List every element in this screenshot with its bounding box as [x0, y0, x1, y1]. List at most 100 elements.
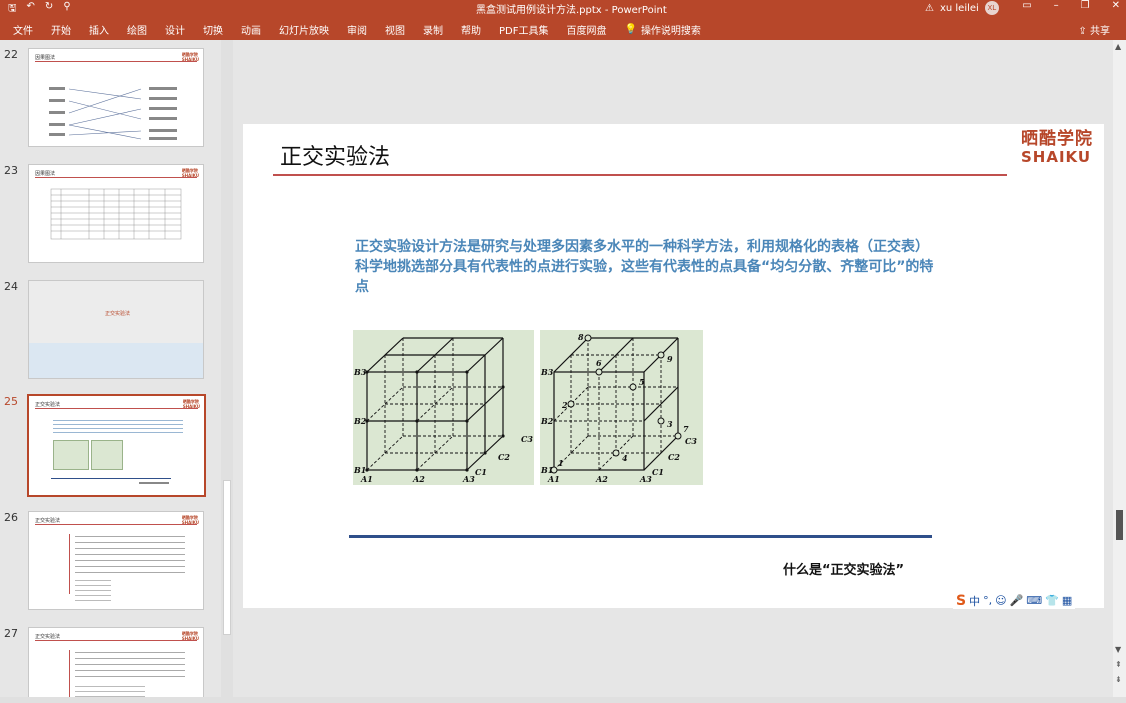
- thumbnail-slide-24[interactable]: 24 正交实验法: [0, 280, 221, 390]
- slide-canvas[interactable]: 正交实验法 晒酷学院 SHAIKU 正交实验设计方法是研究与处理多因素多水平的一…: [243, 124, 1104, 608]
- blue-divider: [349, 535, 932, 538]
- share-label: 共享: [1090, 26, 1110, 37]
- close-icon[interactable]: ✕: [1112, 0, 1120, 11]
- thumb-rule: [35, 408, 198, 409]
- slide-number: 26: [4, 511, 18, 524]
- thumbnail-slide-22[interactable]: 22 因果图法 晒酷学院 SHAIKU: [0, 48, 221, 158]
- scroll-down-icon[interactable]: ▼: [1115, 645, 1121, 654]
- slide-title[interactable]: 正交实验法: [280, 139, 390, 171]
- label-point-6: 6: [596, 358, 602, 368]
- sogou-logo-icon[interactable]: S: [956, 593, 966, 609]
- slide-number: 27: [4, 627, 18, 640]
- thumb-diagram: [49, 87, 177, 140]
- label-a2: A2: [595, 474, 608, 484]
- grid-menu-icon[interactable]: ▦: [1062, 594, 1072, 607]
- slide-thumbnail[interactable]: 因果图法 晒酷学院 SHAIKU: [28, 164, 204, 263]
- thumb-text-lines: [75, 652, 185, 682]
- slide-thumbnail[interactable]: 正交实验法 晒酷学院 SHAIKU: [28, 511, 204, 610]
- label-point-3: 3: [667, 419, 673, 429]
- thumbnail-slide-23[interactable]: 23 因果图法 晒酷学院 SHAIKU: [0, 164, 221, 274]
- tab-help[interactable]: 帮助: [461, 22, 481, 37]
- slide-body-text[interactable]: 正交实验设计方法是研究与处理多因素多水平的一种科学方法，利用规格化的表格（正交表…: [355, 237, 935, 297]
- label-point-4: 4: [622, 453, 628, 463]
- thumbnail-slide-25[interactable]: 25 正交实验法 晒酷学院 SHAIKU: [0, 394, 221, 505]
- slide-thumbnail-pane: 22 因果图法 晒酷学院SHAIKU 23 因果图法 晒酷学院SHAIKU: [0, 40, 221, 697]
- thumb-title: 正交实验法: [35, 634, 61, 640]
- figure-orthogonal-cube[interactable]: B3 B2 B1 A1 A2 A3 C1 C2 C3 1 2 3 4 5 6 7: [540, 330, 703, 485]
- skin-icon[interactable]: 👕: [1045, 594, 1059, 607]
- tab-slideshow[interactable]: 幻灯片放映: [279, 22, 329, 37]
- window-controls: ▭ – ❐ ✕: [1022, 0, 1120, 11]
- thumb-divider: [69, 650, 70, 697]
- tab-draw[interactable]: 绘图: [127, 22, 147, 37]
- label-c1: C1: [652, 467, 664, 477]
- previous-slide-icon[interactable]: ⇞: [1115, 660, 1122, 669]
- label-c3: C3: [521, 434, 533, 444]
- status-bar: [0, 697, 1126, 703]
- tab-baidu-netdisk[interactable]: 百度网盘: [566, 22, 606, 37]
- ime-language[interactable]: 中: [969, 593, 980, 609]
- microphone-icon[interactable]: 🎤: [1010, 594, 1024, 607]
- figure-full-factorial-cube[interactable]: B3 B2 B1 A1 A2 A3 C1 C2 C3: [353, 330, 534, 485]
- slide-number: 22: [4, 48, 18, 61]
- thumb-figure-2: [91, 440, 123, 470]
- logo-chinese: 晒酷学院: [1021, 129, 1093, 149]
- scroll-up-icon[interactable]: ▲: [1115, 42, 1121, 51]
- label-point-2: 2: [561, 400, 568, 410]
- warning-icon: ⚠: [925, 2, 934, 14]
- tab-animations[interactable]: 动画: [241, 22, 261, 37]
- keyboard-icon[interactable]: ⌨: [1026, 594, 1042, 607]
- thumb-figure-1: [53, 440, 89, 470]
- slide-thumbnail[interactable]: 正交实验法: [28, 280, 204, 379]
- ribbon-display-icon[interactable]: ▭: [1022, 0, 1031, 11]
- ime-punctuation[interactable]: °,: [983, 594, 992, 607]
- label-c1: C1: [475, 467, 487, 477]
- thumb-text-lines: [75, 536, 185, 576]
- thumbnail-scrollbar[interactable]: [221, 40, 233, 697]
- tab-transitions[interactable]: 切换: [203, 22, 223, 37]
- tab-view[interactable]: 视图: [385, 22, 405, 37]
- next-slide-icon[interactable]: ⇟: [1115, 675, 1122, 684]
- avatar[interactable]: XL: [984, 1, 999, 15]
- title-bar: 🖫 ↶ ↻ ⚲ 黑盒测试用例设计方法.pptx - PowerPoint ⚠ x…: [0, 0, 1126, 16]
- label-b2: B2: [540, 416, 554, 426]
- logo-english: SHAIKU: [1021, 148, 1092, 166]
- tab-file[interactable]: 文件: [13, 22, 33, 37]
- slide-number: 24: [4, 280, 18, 293]
- tab-home[interactable]: 开始: [51, 22, 71, 37]
- label-point-1: 1: [558, 458, 564, 468]
- thumb-title: 正交实验法: [105, 311, 131, 317]
- thumb-table: [75, 580, 111, 604]
- editor-scrollbar[interactable]: ▲ ▼ ⇞ ⇟: [1113, 40, 1126, 697]
- tab-design[interactable]: 设计: [165, 22, 185, 37]
- share-button[interactable]: ⇪ 共享: [1078, 22, 1110, 37]
- slide-caption[interactable]: 什么是“正交实验法”: [783, 559, 904, 578]
- ribbon-tabs: 文件 开始 插入 绘图 设计 切换 动画 幻灯片放映 审阅 视图 录制 帮助 P…: [13, 22, 719, 37]
- thumbnail-slide-26[interactable]: 26 正交实验法 晒酷学院 SHAIKU: [0, 511, 221, 621]
- slide-thumbnail-selected[interactable]: 正交实验法 晒酷学院 SHAIKU: [27, 394, 206, 497]
- scrollbar-thumb[interactable]: [223, 480, 231, 635]
- slide-thumbnail[interactable]: 正交实验法 晒酷学院 SHAIKU: [28, 627, 204, 697]
- scrollbar-thumb[interactable]: [1116, 510, 1123, 540]
- emoji-icon[interactable]: ☺: [995, 594, 1006, 607]
- tab-pdf-tools[interactable]: PDF工具集: [499, 22, 548, 37]
- tell-me-search[interactable]: 💡 操作说明搜索: [624, 22, 700, 37]
- window-title: 黑盒测试用例设计方法.pptx - PowerPoint: [476, 5, 667, 16]
- thumbnail-slide-27[interactable]: 27 正交实验法 晒酷学院 SHAIKU: [0, 627, 221, 697]
- thumb-rule-blue: [51, 478, 171, 479]
- minimize-icon[interactable]: –: [1054, 0, 1059, 11]
- tab-record[interactable]: 录制: [423, 22, 443, 37]
- tab-review[interactable]: 审阅: [347, 22, 367, 37]
- user-account[interactable]: ⚠ xu leilei XL: [925, 1, 999, 15]
- restore-icon[interactable]: ❐: [1081, 0, 1090, 11]
- label-a3: A3: [462, 474, 475, 484]
- label-c2: C2: [498, 452, 510, 462]
- slide-number: 23: [4, 164, 18, 177]
- thumb-title: 正交实验法: [35, 518, 61, 524]
- slide-thumbnail[interactable]: 因果图法 晒酷学院 SHAIKU: [28, 48, 204, 147]
- label-point-8: 8: [578, 332, 584, 342]
- ime-toolbar[interactable]: S 中 °, ☺ 🎤 ⌨ 👕 ▦: [953, 592, 1076, 609]
- ribbon: 文件 开始 插入 绘图 设计 切换 动画 幻灯片放映 审阅 视图 录制 帮助 P…: [0, 16, 1126, 40]
- tab-insert[interactable]: 插入: [89, 22, 109, 37]
- thumb-caption: [139, 482, 169, 484]
